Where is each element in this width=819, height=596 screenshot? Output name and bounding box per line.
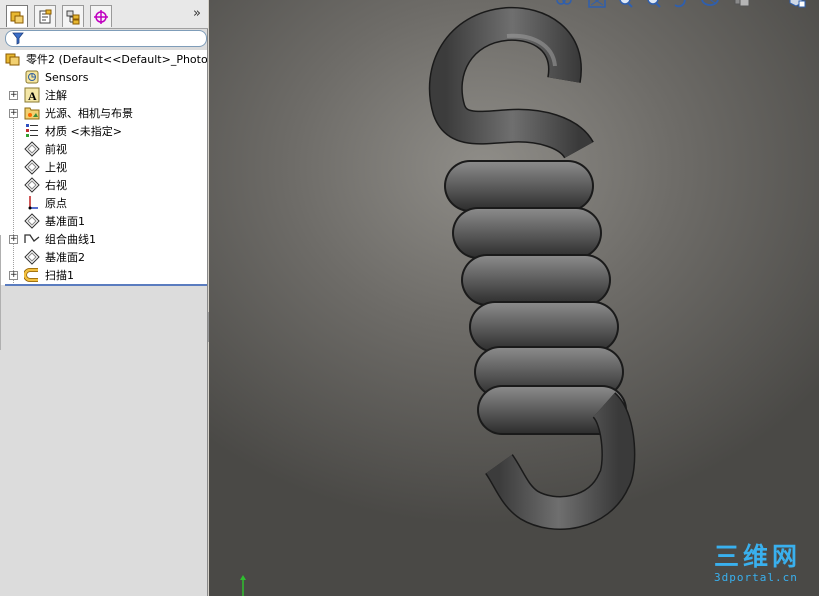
extension-spring-model[interactable] bbox=[209, 0, 819, 596]
site-watermark: 三维网 3dportal.cn bbox=[714, 543, 814, 588]
plane-icon bbox=[24, 141, 40, 157]
tree-item-top-plane[interactable]: 上视 bbox=[0, 158, 207, 176]
configuration-manager-icon bbox=[66, 10, 80, 24]
top-hook bbox=[428, 6, 594, 160]
tree-item-plane1[interactable]: 基准面1 bbox=[0, 212, 207, 230]
watermark-logo: 三维网 bbox=[714, 542, 802, 571]
tab-dimxpert-manager[interactable] bbox=[90, 5, 112, 27]
expand-toggle[interactable]: + bbox=[9, 270, 18, 280]
tree-item-origin[interactable]: 原点 bbox=[0, 194, 207, 212]
origin-triad-icon bbox=[240, 575, 246, 596]
part-icon bbox=[5, 51, 21, 67]
plane-icon bbox=[24, 177, 40, 193]
sensors-icon bbox=[24, 69, 40, 85]
tree-item-sweep1[interactable]: + 扫描1 bbox=[0, 266, 207, 284]
tree-item-annotations[interactable]: + A 注解 bbox=[0, 86, 207, 104]
tree-item-label: 右视 bbox=[45, 179, 67, 192]
plane-icon bbox=[24, 213, 40, 229]
panel-edge bbox=[0, 235, 3, 350]
feature-tree: 零件2 (Default<<Default>_PhotoWorks Sensor… bbox=[0, 50, 207, 325]
feature-tree-icon bbox=[10, 11, 24, 23]
sweep-feature-icon bbox=[23, 267, 40, 283]
annotations-icon: A bbox=[24, 87, 40, 103]
tree-item-label: 扫描1 bbox=[45, 269, 74, 282]
origin-icon bbox=[24, 195, 40, 211]
tree-item-label: 基准面1 bbox=[45, 215, 85, 228]
panel-tab-bar: » bbox=[0, 0, 208, 29]
plane-icon bbox=[24, 249, 40, 265]
tree-item-label: Sensors bbox=[45, 70, 89, 84]
composite-curve-icon bbox=[24, 231, 40, 247]
tree-item-label: 原点 bbox=[45, 197, 67, 210]
material-icon bbox=[24, 123, 40, 139]
tree-item-label: 基准面2 bbox=[45, 251, 85, 264]
feature-manager-panel: » 零件2 (Default<<Default>_PhotoWorks Sens… bbox=[0, 0, 208, 596]
svg-text:A: A bbox=[28, 89, 37, 103]
spring-coils bbox=[444, 160, 627, 435]
graphics-viewport[interactable]: 三维网 3dportal.cn bbox=[209, 0, 819, 596]
expand-toggle[interactable]: + bbox=[9, 234, 18, 244]
tree-filter-input[interactable] bbox=[5, 30, 207, 47]
tree-item-right-plane[interactable]: 右视 bbox=[0, 176, 207, 194]
watermark-url: 3dportal.cn bbox=[714, 571, 798, 584]
tree-item-material[interactable]: 材质 <未指定> bbox=[0, 122, 207, 140]
tree-item-label: 光源、相机与布景 bbox=[45, 107, 133, 120]
expand-toggle[interactable]: + bbox=[9, 108, 18, 118]
tree-root-part[interactable]: 零件2 (Default<<Default>_PhotoWorks bbox=[0, 50, 207, 68]
panel-empty-area bbox=[0, 286, 207, 596]
property-manager-icon bbox=[39, 9, 52, 23]
tree-item-sensors[interactable]: Sensors bbox=[0, 68, 207, 86]
tab-configuration-manager[interactable] bbox=[62, 5, 84, 27]
tree-item-lights-cameras-scene[interactable]: + 光源、相机与布景 bbox=[0, 104, 207, 122]
expand-panel-button[interactable]: » bbox=[190, 7, 204, 23]
filter-icon bbox=[12, 32, 24, 45]
tree-root-label: 零件2 (Default<<Default>_PhotoWorks bbox=[26, 53, 207, 66]
tree-item-label: 组合曲线1 bbox=[45, 233, 96, 246]
tree-item-label: 材质 <未指定> bbox=[45, 125, 122, 138]
tree-item-label: 注解 bbox=[45, 89, 67, 102]
plane-icon bbox=[24, 159, 40, 175]
tree-item-label: 上视 bbox=[45, 161, 67, 174]
tree-item-label: 前视 bbox=[45, 143, 67, 156]
tree-item-plane2[interactable]: 基准面2 bbox=[0, 248, 207, 266]
tab-property-manager[interactable] bbox=[34, 5, 56, 27]
expand-toggle[interactable]: + bbox=[9, 90, 18, 100]
dimxpert-icon bbox=[94, 9, 108, 24]
tree-item-composite-curve1[interactable]: + 组合曲线1 bbox=[0, 230, 207, 248]
lights-cameras-scene-icon bbox=[24, 105, 40, 121]
tab-featuremanager-design-tree[interactable] bbox=[6, 5, 28, 27]
tree-item-front-plane[interactable]: 前视 bbox=[0, 140, 207, 158]
